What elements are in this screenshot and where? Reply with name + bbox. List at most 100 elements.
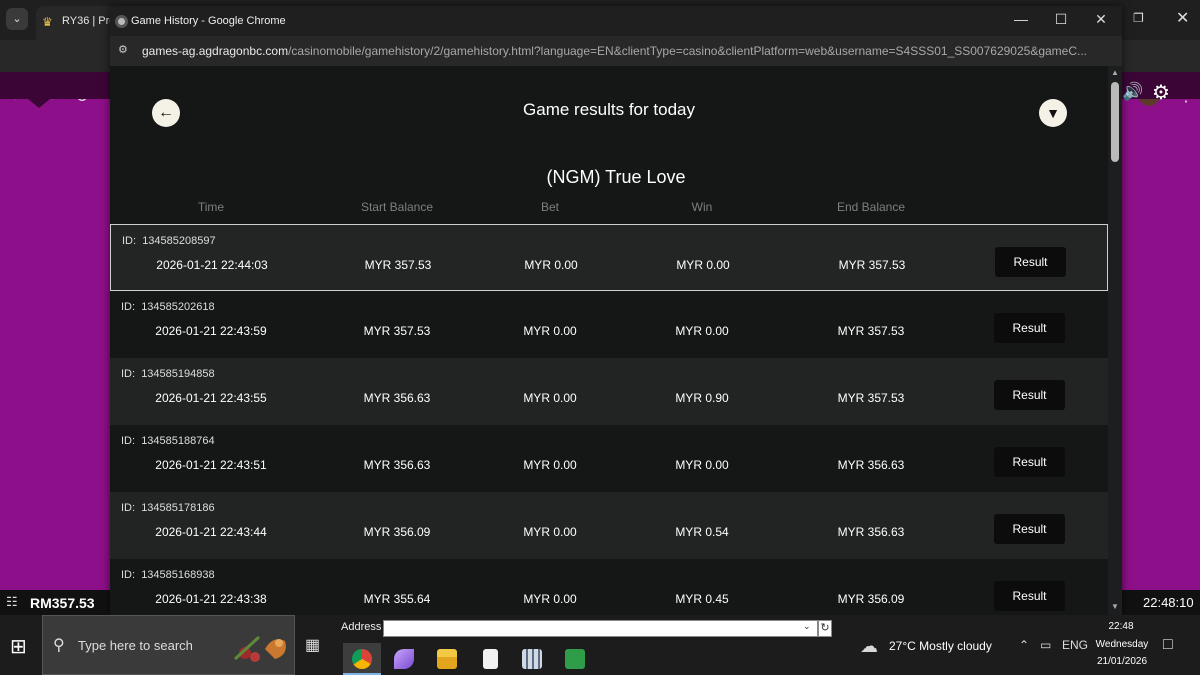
page-title: Game results for today: [523, 100, 695, 119]
taskbar: ⊞ ⚲ Type here to search ▦ Address ⌄ ↻ ☁ …: [0, 615, 1200, 675]
popup-url-bar[interactable]: ⚙ games-ag.agdragonbc.com/casinomobile/g…: [110, 36, 1122, 66]
taskbar-search-box[interactable]: ⚲ Type here to search: [42, 615, 295, 675]
row-id: ID: 134585188764: [121, 435, 215, 447]
document-icon: [482, 649, 498, 669]
row-id: ID: 134585178186: [121, 502, 215, 514]
game-clock: 22:48:10: [1143, 595, 1194, 610]
background-close-icon[interactable]: ✕: [1176, 8, 1189, 28]
coins-icon: ☷: [6, 594, 18, 609]
network-icon[interactable]: ▭: [1040, 638, 1051, 652]
table-row[interactable]: ID: 134585208597 2026-01-21 22:44:03 MYR…: [110, 224, 1108, 291]
scroll-thumb[interactable]: [1111, 82, 1119, 162]
table-row[interactable]: ID: 134585188764 2026-01-21 22:43:51 MYR…: [110, 425, 1108, 492]
table-row[interactable]: ID: 134585202618 2026-01-21 22:43:59 MYR…: [110, 291, 1108, 358]
vertical-scrollbar[interactable]: ▲ ▼: [1108, 66, 1122, 615]
task-view-icon[interactable]: ▦: [305, 635, 320, 655]
scroll-up-icon[interactable]: ▲: [1111, 68, 1119, 77]
calculator-icon: [522, 649, 542, 669]
minimize-icon[interactable]: —: [1009, 11, 1033, 27]
row-time: 2026-01-21 22:44:03: [156, 258, 268, 272]
row-start-balance: MYR 355.64: [363, 592, 431, 606]
spreadsheet-icon: [565, 649, 585, 669]
row-start-balance: MYR 356.09: [363, 525, 431, 539]
row-win: MYR 0.00: [675, 324, 729, 338]
row-id: ID: 134585194858: [121, 368, 215, 380]
row-id: ID: 134585168938: [121, 569, 215, 581]
chevron-down-icon[interactable]: ⌄: [803, 621, 811, 632]
row-win: MYR 0.00: [675, 458, 729, 472]
tab-search-button[interactable]: ⌄: [6, 8, 28, 30]
popup-titlebar: Game History - Google Chrome — ☐ ✕: [110, 6, 1122, 36]
row-bet: MYR 0.00: [524, 258, 578, 272]
row-win: MYR 0.45: [675, 592, 729, 606]
search-highlight-image: [233, 635, 286, 662]
row-bet: MYR 0.00: [523, 525, 577, 539]
taskbar-chrome[interactable]: [343, 643, 381, 675]
taskbar-feather-app[interactable]: [385, 643, 423, 675]
search-placeholder: Type here to search: [78, 638, 193, 653]
column-header-end-balance: End Balance: [836, 200, 906, 214]
row-time: 2026-01-21 22:43:51: [155, 458, 267, 472]
table-row[interactable]: ID: 134585194858 2026-01-21 22:43:55 MYR…: [110, 358, 1108, 425]
result-button[interactable]: Result: [994, 447, 1065, 477]
site-favicon-icon: ♛: [42, 15, 53, 29]
background-restore-icon[interactable]: ❐: [1133, 11, 1144, 25]
notification-icon[interactable]: □: [1163, 636, 1173, 654]
row-time: 2026-01-21 22:43:59: [155, 324, 267, 338]
column-header-bet: Bet: [540, 200, 559, 214]
column-header-start-balance: Start Balance: [360, 200, 434, 214]
chevron-up-icon[interactable]: ⌃: [1019, 638, 1029, 652]
url-path: /casinomobile/gamehistory/2/gamehistory.…: [288, 44, 1088, 58]
result-button[interactable]: Result: [994, 581, 1065, 611]
taskbar-day[interactable]: Wednesday: [1090, 639, 1154, 650]
chrome-icon: [352, 649, 372, 669]
result-button[interactable]: Result: [994, 380, 1065, 410]
close-icon[interactable]: ✕: [1089, 11, 1113, 28]
taskbar-date[interactable]: 21/01/2026: [1090, 656, 1154, 667]
row-end-balance: MYR 357.53: [837, 324, 905, 338]
game-balance: RM357.53: [30, 595, 95, 611]
row-start-balance: MYR 356.63: [363, 458, 431, 472]
taskbar-time[interactable]: 22:48: [1098, 621, 1144, 632]
result-button[interactable]: Result: [994, 313, 1065, 343]
result-button[interactable]: Result: [995, 247, 1066, 277]
row-start-balance: MYR 357.53: [363, 324, 431, 338]
row-id: ID: 134585202618: [121, 301, 215, 313]
taskbar-calculator[interactable]: [513, 643, 551, 675]
row-win: MYR 0.90: [675, 391, 729, 405]
weather-cloud-icon[interactable]: ☁: [860, 636, 878, 657]
maximize-icon[interactable]: ☐: [1049, 11, 1073, 28]
row-bet: MYR 0.00: [523, 391, 577, 405]
gear-icon[interactable]: ⚙: [1152, 80, 1170, 105]
history-list: ID: 134585208597 2026-01-21 22:44:03 MYR…: [110, 224, 1108, 615]
row-time: 2026-01-21 22:43:55: [155, 391, 267, 405]
row-end-balance: MYR 357.53: [838, 258, 906, 272]
column-header-time: Time: [197, 200, 225, 214]
row-id: ID: 134585208597: [122, 235, 216, 247]
sound-icon[interactable]: 🔊: [1122, 82, 1143, 102]
address-toolbar-input[interactable]: [383, 620, 818, 637]
popup-window-title: Game History - Google Chrome: [131, 15, 286, 27]
taskbar-spreadsheet[interactable]: [556, 643, 594, 675]
row-bet: MYR 0.00: [523, 592, 577, 606]
filter-icon[interactable]: ▼: [1039, 99, 1067, 127]
table-row[interactable]: ID: 134585168938 2026-01-21 22:43:38 MYR…: [110, 559, 1108, 615]
game-name: (NGM) True Love: [546, 167, 686, 187]
scroll-down-icon[interactable]: ▼: [1111, 602, 1119, 611]
row-win: MYR 0.00: [676, 258, 730, 272]
taskbar-file-explorer[interactable]: [428, 643, 466, 675]
windows-logo-icon[interactable]: ⊞: [10, 634, 27, 659]
result-button[interactable]: Result: [994, 514, 1065, 544]
taskbar-notepad[interactable]: [471, 643, 509, 675]
url-text[interactable]: games-ag.agdragonbc.com/casinomobile/gam…: [142, 44, 1112, 58]
table-row[interactable]: ID: 134585178186 2026-01-21 22:43:44 MYR…: [110, 492, 1108, 559]
row-start-balance: MYR 356.63: [363, 391, 431, 405]
weather-text[interactable]: 27°C Mostly cloudy: [889, 639, 992, 653]
language-indicator[interactable]: ENG: [1062, 638, 1088, 652]
row-time: 2026-01-21 22:43:38: [155, 592, 267, 606]
feather-icon: [394, 649, 414, 669]
row-time: 2026-01-21 22:43:44: [155, 525, 267, 539]
site-info-icon[interactable]: ⚙: [118, 43, 128, 56]
row-win: MYR 0.54: [675, 525, 729, 539]
refresh-icon[interactable]: ↻: [818, 620, 832, 637]
